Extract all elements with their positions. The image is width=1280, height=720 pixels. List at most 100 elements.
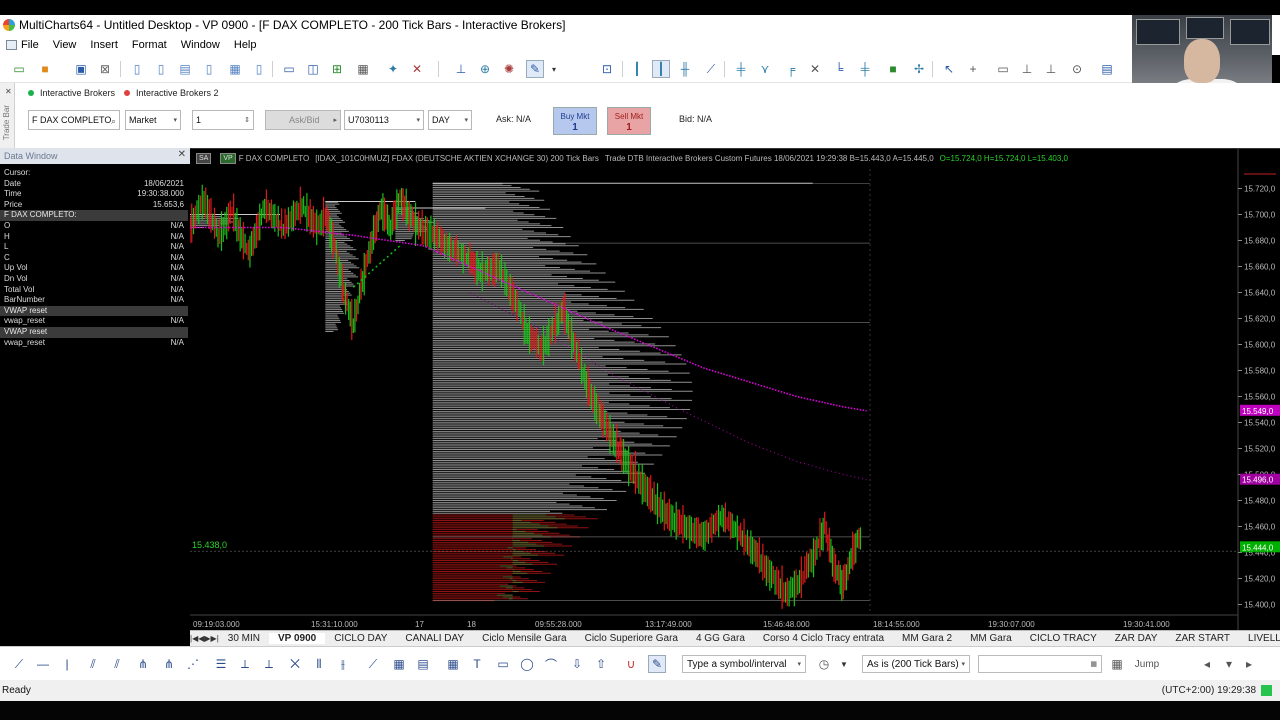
buy-market-button[interactable]: Buy Mkt 1	[553, 107, 597, 135]
hollow-candle-icon[interactable]: ╫	[676, 60, 694, 78]
order-type-select[interactable]: Market ▾	[125, 110, 181, 130]
candlestick-icon[interactable]: ┃	[652, 60, 670, 78]
chart-tab[interactable]: 30 MIN	[219, 633, 269, 644]
chart-tab[interactable]: Ciclo Mensile Gara	[473, 633, 575, 644]
horizontal-line-icon[interactable]: ⊥	[1018, 60, 1036, 78]
menu-view[interactable]: View	[53, 39, 77, 51]
chart-tab[interactable]: CANALI DAY	[396, 633, 473, 644]
menu-file[interactable]: File	[6, 39, 39, 51]
line-chart-icon[interactable]: ⟋	[702, 60, 720, 78]
new-chart-icon[interactable]: ▯	[128, 60, 146, 78]
new-optimizer-icon[interactable]: ▦	[226, 60, 244, 78]
sell-market-button[interactable]: Sell Mkt 1	[607, 107, 651, 135]
symbol-input[interactable]: F DAX COMPLETO ⌕	[28, 110, 120, 130]
rectangle-tool-icon[interactable]: ▭	[494, 655, 512, 673]
insert-signal-icon[interactable]: ◫	[304, 60, 322, 78]
renko-icon[interactable]: ╒	[782, 60, 800, 78]
screenshot-icon[interactable]: ▦	[1108, 655, 1126, 673]
save-icon[interactable]: ▣	[72, 60, 90, 78]
broker-tab-1[interactable]: Interactive Brokers	[28, 85, 115, 101]
vertical-line-icon[interactable]: |	[58, 655, 76, 673]
plus-crosshair-icon[interactable]: +	[964, 60, 982, 78]
scroll-down-icon[interactable]: ▾	[1220, 655, 1238, 673]
menu-window[interactable]: Window	[181, 39, 220, 51]
vertical-line-icon[interactable]: ⊥	[1042, 60, 1060, 78]
arc-icon[interactable]: ⟋	[364, 655, 382, 673]
account-select[interactable]: U7030113 ▾	[344, 110, 424, 130]
last-tab-icon[interactable]: ▶|	[211, 634, 219, 643]
insert-study-icon[interactable]: ▭	[280, 60, 298, 78]
clock-icon[interactable]: ◷	[815, 655, 833, 673]
pencil-icon[interactable]: ✎	[648, 655, 666, 673]
chart-tab[interactable]: CICLO DAY	[325, 633, 396, 644]
jump-button[interactable]: Jump	[1135, 655, 1159, 673]
new-report-icon[interactable]: ▯	[250, 60, 268, 78]
line-break-icon[interactable]: ╘	[830, 60, 848, 78]
arrow-up-icon[interactable]: ⇧	[592, 655, 610, 673]
quantity-stepper[interactable]: 1 ⇕	[192, 110, 254, 130]
menu-format[interactable]: Format	[132, 39, 167, 51]
horizontal-line-icon[interactable]: —	[34, 655, 52, 673]
arrow-down-icon[interactable]: ⇩	[568, 655, 586, 673]
trendline-icon[interactable]: ⟋	[10, 655, 28, 673]
chart-settings-icon[interactable]: ⊡	[598, 60, 616, 78]
crosshair-icon[interactable]: ✺	[500, 60, 518, 78]
chart-tab[interactable]: 4 GG Gara	[687, 633, 754, 644]
scroll-right-icon[interactable]: ▸	[1240, 655, 1258, 673]
kagi-icon[interactable]: ✕	[806, 60, 824, 78]
date-field[interactable]: ▦	[978, 655, 1102, 673]
chart-tab[interactable]: VP 0900	[269, 633, 326, 644]
chart-tab[interactable]: MM Gara 2	[893, 633, 961, 644]
point-figure-icon[interactable]: ⋎	[756, 60, 774, 78]
stepper-arrows-icon[interactable]: ⇕	[244, 116, 250, 124]
chart-area[interactable]: 15.720,0 15.700,0 15.680,0 15.660,0 15.640,0…	[190, 148, 1280, 646]
trade-panel-icon[interactable]: ■	[884, 60, 902, 78]
time-cycles-icon[interactable]: ⫲	[334, 655, 352, 673]
magnet-icon[interactable]: ∪	[622, 655, 640, 673]
andrews-pitchfork-icon[interactable]: ⋔	[134, 655, 152, 673]
layout-icon[interactable]: ▤	[1098, 60, 1116, 78]
price-chart[interactable]: 15.720,0 15.700,0 15.680,0 15.660,0 15.640,0…	[190, 149, 1280, 631]
chart-tab[interactable]: LIVELLI	[1239, 633, 1280, 644]
arrow-cursor-icon[interactable]: ↖	[940, 60, 958, 78]
broker-tab-2[interactable]: Interactive Brokers 2	[124, 85, 219, 101]
gann-fan-icon[interactable]: ⋔	[160, 655, 178, 673]
ellipse-tool-icon[interactable]: ◯	[518, 655, 536, 673]
grid-icon[interactable]: ▦	[390, 655, 408, 673]
insert-drawing-icon[interactable]: ⊞	[328, 60, 346, 78]
fibonacci-extension-icon[interactable]: ⟂	[260, 655, 278, 673]
chart-tab[interactable]: ZAR START	[1166, 633, 1239, 644]
parallel-channel-icon[interactable]: ⫽	[84, 655, 102, 673]
close-icon[interactable]: ✕	[178, 149, 186, 160]
menu-insert[interactable]: Insert	[90, 39, 118, 51]
format-chart-icon[interactable]: ▦	[354, 60, 372, 78]
tick-icon[interactable]: ✢	[910, 60, 928, 78]
chart-tab[interactable]: Ciclo Superiore Gara	[576, 633, 687, 644]
askbid-button[interactable]: Ask/Bid ▸	[265, 110, 341, 130]
alert-icon[interactable]: ✕	[408, 60, 426, 78]
volume-profile-icon[interactable]: ╪	[856, 60, 874, 78]
window-icon[interactable]: ▭	[994, 60, 1012, 78]
search-icon[interactable]: ⌕	[111, 116, 116, 127]
drawing-tools-icon[interactable]: ✎	[526, 60, 544, 78]
chart-tab[interactable]: Corso 4 Ciclo Tracy entrata	[754, 633, 893, 644]
menu-help[interactable]: Help	[234, 39, 257, 51]
calculator-icon[interactable]: ▦	[444, 655, 462, 673]
new-portfolio-icon[interactable]: ▯	[200, 60, 218, 78]
fibonacci-fan-icon[interactable]: ⟂	[236, 655, 254, 673]
power-language-icon[interactable]: ✦	[384, 60, 402, 78]
zoom-icon[interactable]: ⊙	[1068, 60, 1086, 78]
ohlc-icon[interactable]: ╪	[732, 60, 750, 78]
new-scanner-icon[interactable]: ▯	[152, 60, 170, 78]
cycle-lines-icon[interactable]: ⦀	[310, 655, 328, 673]
text-tool-icon[interactable]: T	[468, 655, 486, 673]
chevron-down-icon[interactable]: ▼	[835, 655, 853, 673]
fibonacci-timezone-icon[interactable]: ⨉	[286, 655, 304, 673]
status-chip-vp[interactable]: VP	[220, 152, 236, 164]
first-tab-icon[interactable]: |◀	[190, 634, 198, 643]
freehand-icon[interactable]: ⌒	[542, 655, 560, 673]
new-workspace-icon[interactable]: ▭	[10, 60, 28, 78]
new-dom-icon[interactable]: ▤	[176, 60, 194, 78]
chart-tab[interactable]: ZAR DAY	[1106, 633, 1167, 644]
scroll-left-icon[interactable]: ◂	[1198, 655, 1216, 673]
